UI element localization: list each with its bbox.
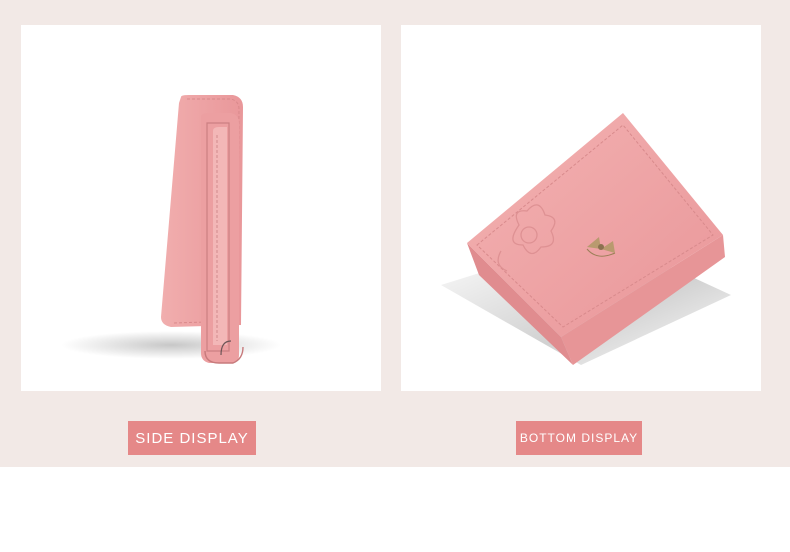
side-display-label: SIDE DISPLAY <box>128 421 256 455</box>
bottom-display-panel <box>401 25 761 391</box>
bottom-display-label: BOTTOM DISPLAY <box>516 421 642 455</box>
side-display-panel <box>21 25 381 391</box>
wallet-side-image <box>61 95 281 364</box>
wallet-angled-image <box>441 113 731 365</box>
